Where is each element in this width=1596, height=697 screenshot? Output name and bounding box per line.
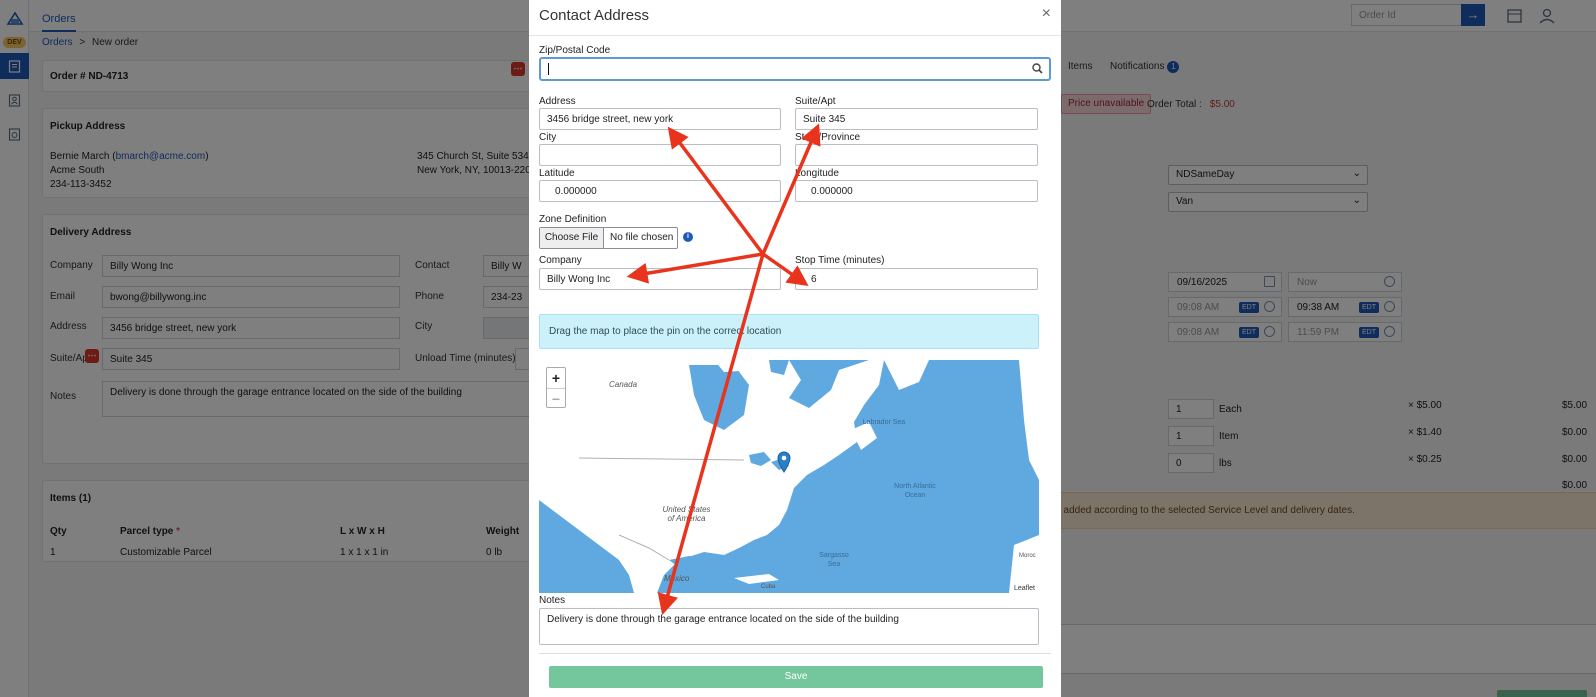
location-map[interactable]: + − Canada Labrador Sea United States of…	[539, 360, 1039, 593]
modal-title: Contact Address	[539, 7, 650, 24]
modal-footer-divider	[539, 653, 1051, 654]
map-label-usa: United States of America	[662, 505, 711, 523]
map-label-morocco: Moroc	[1019, 553, 1036, 559]
map-zoom-control: + −	[546, 367, 566, 408]
map-label-cuba: Cuba	[761, 584, 776, 590]
map-label-labrador: Labrador Sea	[862, 419, 906, 426]
suite-field[interactable]: Suite 345	[795, 108, 1038, 130]
address-field[interactable]: 3456 bridge street, new york	[539, 108, 781, 130]
map-hint-alert: Drag the map to place the pin on the cor…	[539, 314, 1039, 349]
close-icon[interactable]: ×	[1042, 5, 1051, 23]
zone-definition-label: Zone Definition	[539, 214, 607, 225]
longitude-label: Longitude	[795, 168, 839, 179]
state-field[interactable]	[795, 144, 1038, 166]
no-file-text: No file chosen	[610, 232, 674, 243]
zip-label: Zip/Postal Code	[539, 45, 611, 56]
search-icon[interactable]	[1031, 62, 1044, 75]
state-label: State/Province	[795, 132, 861, 143]
company-label: Company	[539, 255, 582, 266]
map-label-atlantic: North Atlantic Ocean	[894, 483, 936, 499]
notes-textarea[interactable]: Delivery is done through the garage entr…	[539, 608, 1039, 645]
info-icon[interactable]: i	[683, 232, 693, 242]
longitude-field[interactable]: 0.000000	[795, 180, 1038, 202]
city-field[interactable]	[539, 144, 781, 166]
stop-time-label: Stop Time (minutes)	[795, 255, 885, 266]
map-tiles	[539, 360, 1039, 593]
choose-file-button[interactable]: Choose File	[540, 228, 604, 248]
map-label-mexico: Mexico	[664, 574, 690, 583]
modal-header-divider	[529, 35, 1061, 36]
map-label-canada: Canada	[609, 380, 638, 389]
company-field[interactable]: Billy Wong Inc	[539, 268, 781, 290]
zoom-out-button[interactable]: −	[547, 388, 565, 408]
map-label-sargasso: Sargasso Sea	[819, 552, 849, 568]
zip-search-input[interactable]	[539, 57, 1051, 81]
city-label: City	[539, 132, 557, 143]
address-label: Address	[539, 96, 576, 107]
zoom-in-button[interactable]: +	[547, 368, 565, 388]
stop-time-field[interactable]: 6	[795, 268, 1038, 290]
zone-file-input[interactable]: Choose File No file chosen	[539, 227, 678, 249]
map-pin-icon[interactable]	[777, 451, 791, 473]
suite-label: Suite/Apt	[795, 96, 836, 107]
latitude-field[interactable]: 0.000000	[539, 180, 781, 202]
notes-label: Notes	[539, 595, 566, 606]
save-button[interactable]: Save	[549, 666, 1043, 688]
text-caret	[548, 63, 549, 75]
leaflet-attribution[interactable]: Leaflet	[1011, 585, 1037, 592]
latitude-label: Latitude	[539, 168, 575, 179]
contact-address-modal: Contact Address × Zip/Postal Code Addres…	[529, 0, 1061, 697]
